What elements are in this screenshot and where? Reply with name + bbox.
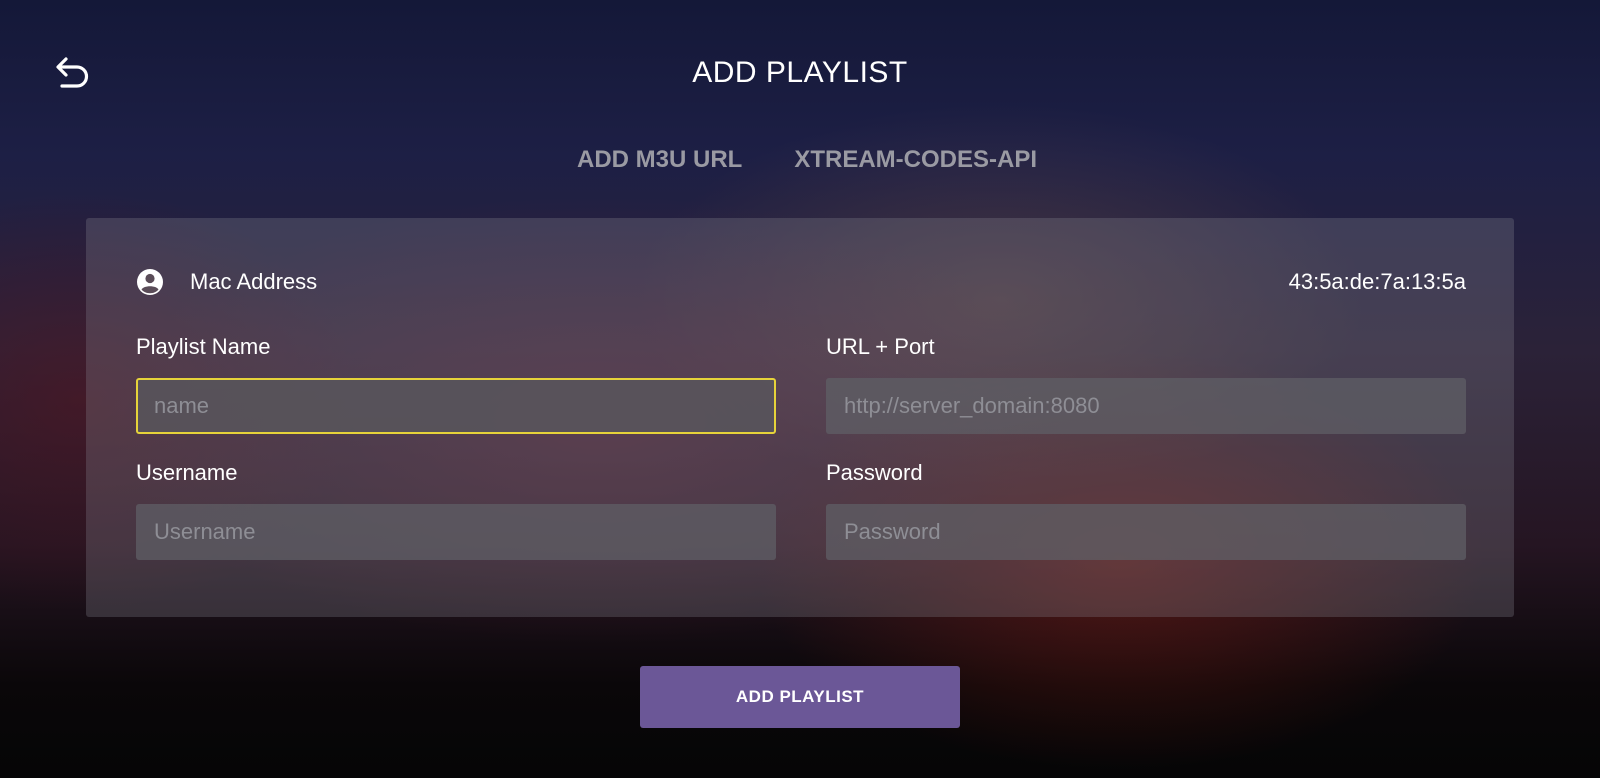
username-label: Username — [136, 460, 238, 485]
tab-bar: ADD M3U URL XTREAM-CODES-API — [0, 146, 1600, 174]
url-port-field: URL + Port — [826, 332, 1466, 434]
playlist-name-field: Playlist Name — [136, 332, 776, 434]
username-field: Username — [136, 458, 776, 560]
playlist-name-label: Playlist Name — [136, 334, 271, 359]
tab-add-m3u-url[interactable]: ADD M3U URL — [563, 146, 742, 174]
password-input[interactable] — [826, 504, 1466, 560]
url-port-label: URL + Port — [826, 334, 935, 359]
mac-address-row: Mac Address 43:5a:de:7a:13:5a — [136, 264, 1466, 300]
url-port-input[interactable] — [826, 378, 1466, 434]
tab-xtream-codes-api[interactable]: XTREAM-CODES-API — [780, 146, 1037, 174]
account-circle-icon — [137, 269, 163, 295]
password-label: Password — [826, 460, 923, 485]
add-playlist-button[interactable]: ADD PLAYLIST — [640, 666, 960, 728]
playlist-form-panel: Mac Address 43:5a:de:7a:13:5a Playlist N… — [86, 218, 1514, 617]
playlist-name-input[interactable] — [136, 378, 776, 434]
mac-address-value: 43:5a:de:7a:13:5a — [1288, 269, 1466, 294]
username-input[interactable] — [136, 504, 776, 560]
mac-address-label: Mac Address — [190, 269, 318, 294]
password-field: Password — [826, 458, 1466, 560]
page-title: ADD PLAYLIST — [692, 56, 908, 89]
